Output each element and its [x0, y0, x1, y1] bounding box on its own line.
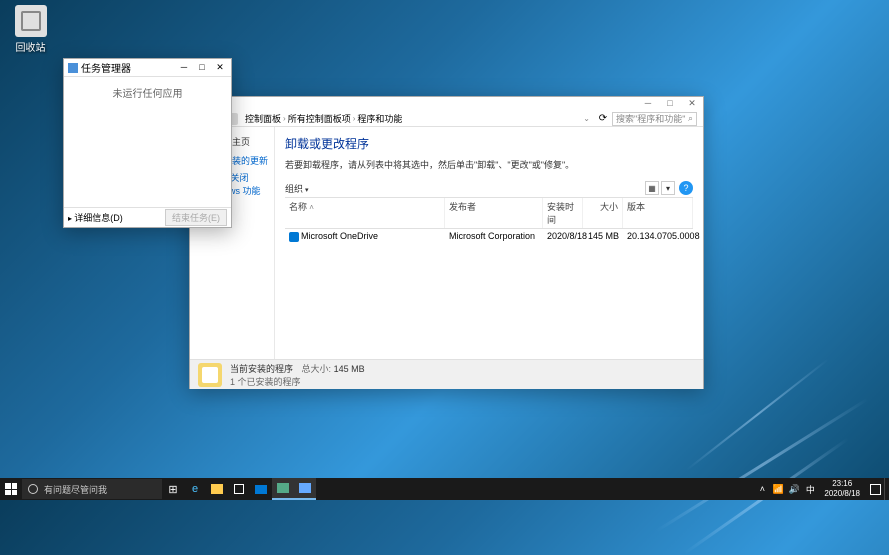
chevron-right-icon: › [353, 114, 356, 123]
cpanel-main: 卸载或更改程序 若要卸载程序，请从列表中将其选中，然后单击"卸载"、"更改"或"… [275, 127, 703, 359]
breadcrumb-item[interactable]: 控制面板 [245, 112, 281, 125]
cortana-icon [28, 484, 38, 494]
task-view-button[interactable]: ⊞ [162, 478, 184, 500]
col-size[interactable]: 大小 [583, 198, 623, 228]
close-button[interactable]: ✕ [681, 97, 703, 111]
empty-message: 未运行任何应用 [113, 85, 183, 100]
taskbar: 有问题尽管问我 ⊞ e ˄ 📶 🔊 中 23:16 2020/8/18 [0, 478, 889, 500]
notifications-button[interactable] [866, 478, 884, 500]
taskbar-search[interactable]: 有问题尽管问我 [22, 479, 162, 499]
system-tray: ˄ 📶 🔊 中 23:16 2020/8/18 [754, 478, 889, 500]
col-installed[interactable]: 安装时间 [543, 198, 583, 228]
recycle-bin-label: 回收站 [8, 39, 53, 54]
col-version[interactable]: 版本 [623, 198, 693, 228]
task-manager-window: 任务管理器 ─ □ ✕ 未运行任何应用 详细信息(D) 结束任务(E) [63, 58, 232, 228]
taskmgr-titlebar[interactable]: 任务管理器 ─ □ ✕ [64, 59, 231, 77]
status-title: 当前安装的程序 [230, 364, 293, 374]
time: 23:16 [824, 479, 860, 489]
status-size-value: 145 MB [334, 364, 365, 374]
ime-indicator[interactable]: 中 [802, 478, 818, 500]
toolbar: 组织 ▦ ▾ ? [285, 181, 693, 195]
page-title: 卸载或更改程序 [285, 135, 693, 152]
recycle-bin-icon[interactable]: 回收站 [8, 5, 53, 54]
search-icon: ⌕ [688, 113, 693, 124]
taskmgr-body: 未运行任何应用 [64, 77, 231, 207]
breadcrumb[interactable]: 控制面板 › 所有控制面板项 › 程序和功能 [241, 112, 576, 125]
maximize-button[interactable]: □ [659, 97, 681, 111]
windows-icon [5, 483, 17, 495]
tray-chevron-icon[interactable]: ˄ [754, 478, 770, 500]
address-bar: 控制面板 › 所有控制面板项 › 程序和功能 ⌄ ⟳ 搜索"程序和功能" ⌕ [190, 111, 703, 127]
onedrive-icon [289, 232, 299, 242]
status-bar: 当前安装的程序 总大小: 145 MB 1 个已安装的程序 [190, 359, 703, 389]
breadcrumb-item[interactable]: 程序和功能 [357, 112, 402, 125]
help-button[interactable]: ? [679, 181, 693, 195]
col-publisher[interactable]: 发布者 [445, 198, 543, 228]
show-desktop-button[interactable] [884, 478, 889, 500]
page-subtext: 若要卸载程序，请从列表中将其选中，然后单击"卸载"、"更改"或"修复"。 [285, 158, 693, 171]
search-placeholder: 搜索"程序和功能" [616, 112, 685, 125]
search-placeholder: 有问题尽管问我 [44, 483, 107, 496]
organize-button[interactable]: 组织 [285, 182, 308, 195]
program-row[interactable]: Microsoft OneDrive Microsoft Corporation… [285, 229, 693, 244]
control-panel-window: ─ □ ✕ 控制面板 › 所有控制面板项 › 程序和功能 ⌄ ⟳ 搜索"程序和功… [189, 96, 704, 389]
details-button[interactable]: 详细信息(D) [68, 211, 165, 224]
cpanel-titlebar[interactable]: ─ □ ✕ [190, 97, 703, 111]
clock[interactable]: 23:16 2020/8/18 [818, 479, 866, 499]
mail-button[interactable] [250, 478, 272, 500]
view-list-button[interactable]: ▾ [661, 181, 675, 195]
minimize-button[interactable]: ─ [637, 97, 659, 111]
taskmgr-footer: 详细信息(D) 结束任务(E) [64, 207, 231, 227]
minimize-button[interactable]: ─ [175, 60, 193, 76]
taskmgr-taskbar-button[interactable] [272, 478, 294, 500]
close-button[interactable]: ✕ [211, 60, 229, 76]
taskmgr-title: 任务管理器 [81, 60, 175, 75]
start-button[interactable] [0, 478, 22, 500]
search-input[interactable]: 搜索"程序和功能" ⌕ [612, 112, 697, 126]
status-count: 1 个已安装的程序 [230, 375, 365, 388]
maximize-button[interactable]: □ [193, 60, 211, 76]
refresh-button[interactable]: ⟳ [597, 113, 609, 125]
taskmgr-icon [68, 63, 78, 73]
end-task-button: 结束任务(E) [165, 209, 227, 226]
view-grid-button[interactable]: ▦ [645, 181, 659, 195]
store-button[interactable] [228, 478, 250, 500]
date: 2020/8/18 [824, 489, 860, 499]
cpanel-taskbar-button[interactable] [294, 478, 316, 500]
edge-button[interactable]: e [184, 478, 206, 500]
col-name[interactable]: 名称 [285, 198, 445, 228]
network-icon[interactable]: 📶 [770, 478, 786, 500]
trash-icon [15, 5, 47, 37]
explorer-button[interactable] [206, 478, 228, 500]
volume-icon[interactable]: 🔊 [786, 478, 802, 500]
notification-icon [870, 484, 881, 495]
breadcrumb-dropdown[interactable]: ⌄ [579, 114, 594, 123]
status-size-label: 总大小: [302, 364, 332, 374]
programs-icon [198, 363, 222, 387]
list-header: 名称 发布者 安装时间 大小 版本 [285, 197, 693, 229]
chevron-right-icon: › [283, 114, 286, 123]
breadcrumb-item[interactable]: 所有控制面板项 [288, 112, 351, 125]
